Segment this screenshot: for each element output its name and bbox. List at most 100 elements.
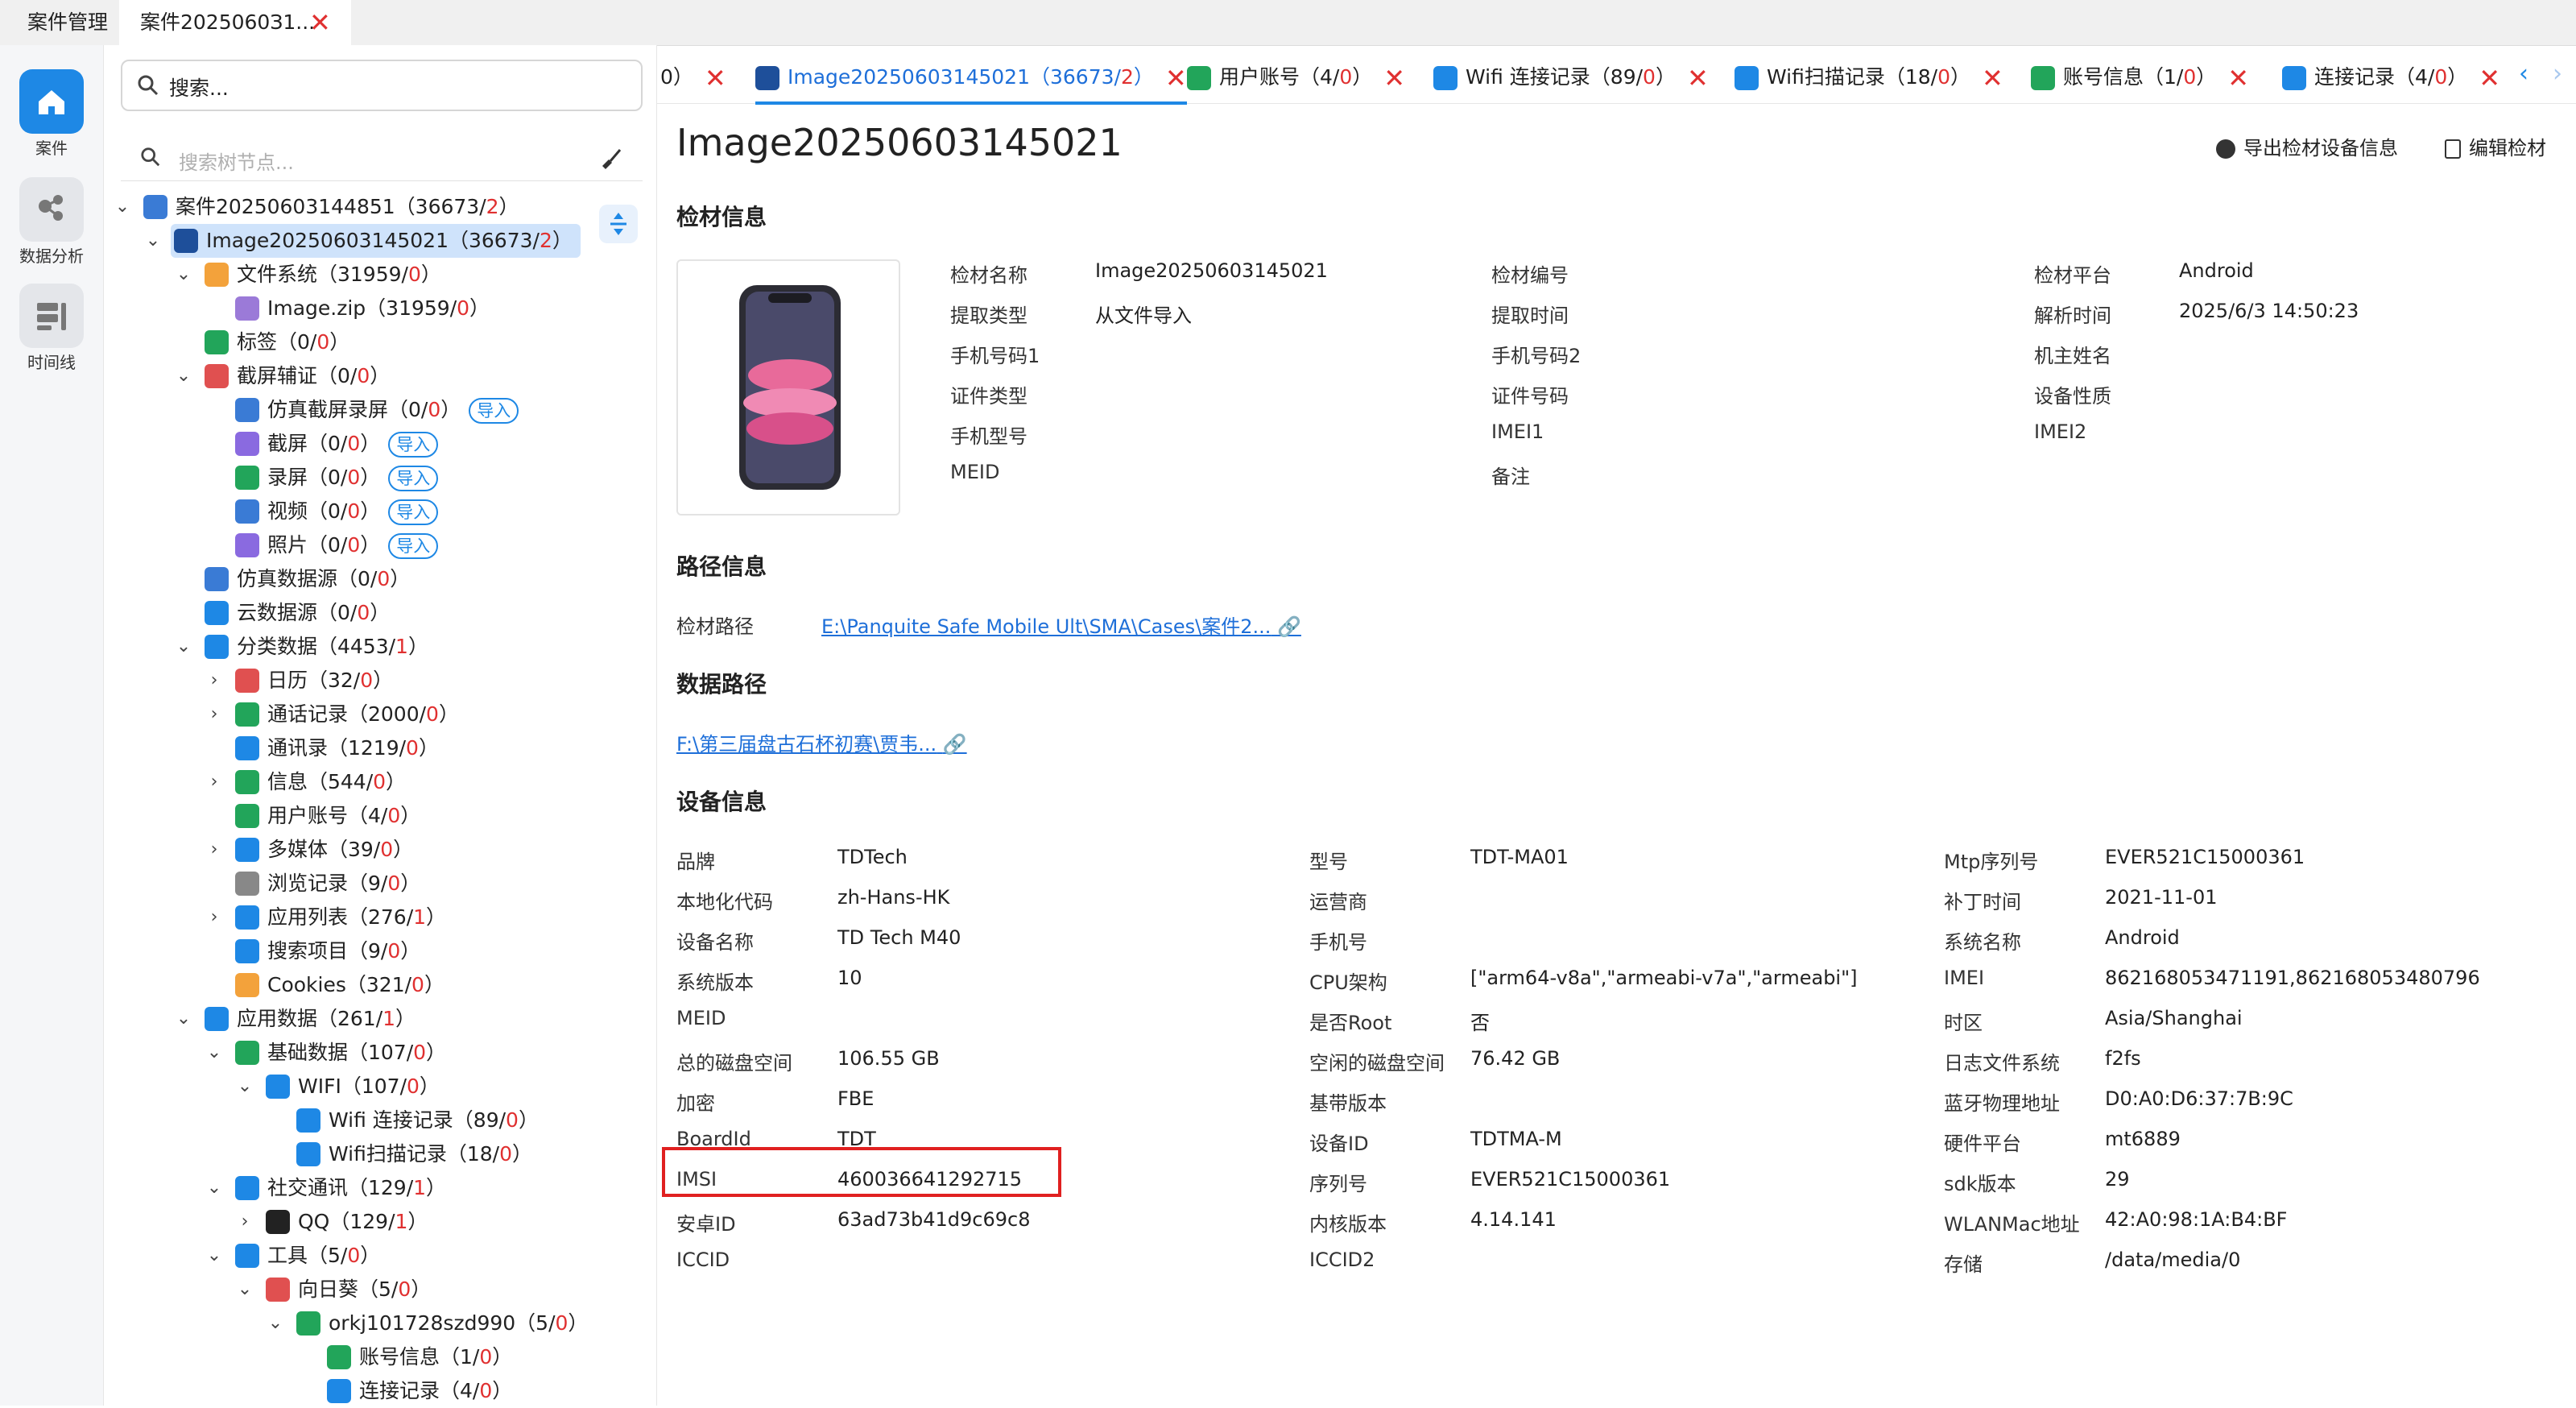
tree-node[interactable]: Wifi扫描记录（18/0）: [293, 1137, 532, 1171]
tree-node[interactable]: Wifi 连接记录（89/0）: [293, 1104, 539, 1137]
chevron-down-icon[interactable]: ⌄: [266, 1307, 285, 1340]
chevron-down-icon[interactable]: ⌄: [205, 1171, 224, 1205]
chevron-down-icon[interactable]: ⌄: [174, 630, 193, 664]
tree-node[interactable]: 截屏（0/0） 导入: [232, 427, 439, 461]
content-tab[interactable]: Wifi扫描记录（18/0） ✕: [1735, 53, 2003, 101]
chevron-down-icon[interactable]: ⌄: [174, 258, 193, 292]
tree-node-icon: [327, 1379, 351, 1403]
tree-node[interactable]: 信息（544/0）: [232, 765, 406, 799]
tree-node[interactable]: QQ（129/1）: [263, 1205, 428, 1239]
material-path-link[interactable]: E:\Panquite Safe Mobile Ult\SMA\Cases\案件…: [821, 611, 1301, 639]
tree-node[interactable]: orkj101728szd990（5/0）: [293, 1307, 588, 1340]
chevron-down-icon[interactable]: ⌄: [205, 1036, 224, 1070]
tree-node[interactable]: 工具（5/0）: [232, 1239, 380, 1273]
tree-node[interactable]: 仿真截屏录屏（0/0） 导入: [232, 393, 519, 427]
tree-node[interactable]: 通讯录（1219/0）: [232, 731, 439, 765]
tree-node[interactable]: Cookies（321/0）: [232, 968, 444, 1002]
export-icon: [2216, 139, 2235, 159]
tree-node[interactable]: 截屏辅证（0/0）: [201, 359, 390, 393]
tree-node[interactable]: 仿真数据源（0/0）: [201, 562, 410, 596]
tree-node[interactable]: 用户账号（4/0）: [232, 799, 420, 833]
tree-node[interactable]: 搜索项目（9/0）: [232, 934, 420, 968]
close-icon[interactable]: ✕: [309, 0, 331, 45]
chevron-right-icon[interactable]: ›: [205, 765, 224, 799]
tree-node-flag-count: 1: [395, 635, 408, 658]
tab-icon: [2031, 66, 2055, 90]
tree-node[interactable]: 文件系统（31959/0）: [201, 258, 441, 292]
tree-search-input[interactable]: 搜索树节点...: [121, 135, 643, 181]
tree-node[interactable]: 多媒体（39/0）: [232, 833, 413, 867]
tree-node[interactable]: 视频（0/0） 导入: [232, 495, 439, 528]
chevron-right-icon[interactable]: ›: [205, 664, 224, 698]
close-icon[interactable]: ✕: [705, 63, 726, 93]
chevron-down-icon[interactable]: ⌄: [174, 1002, 193, 1036]
tree-node[interactable]: 日历（32/0）: [232, 664, 393, 698]
edit-material-button[interactable]: 编辑检材: [2445, 132, 2546, 160]
tree-node[interactable]: 基础数据（107/0）: [232, 1036, 446, 1070]
chevron-right-icon[interactable]: ›: [205, 698, 224, 731]
tree-node[interactable]: 应用数据（261/1）: [201, 1002, 416, 1036]
close-icon[interactable]: ✕: [1687, 63, 1709, 93]
tree-node[interactable]: 社交通讯（129/1）: [232, 1171, 446, 1205]
import-button[interactable]: 导入: [388, 499, 439, 525]
chevron-down-icon[interactable]: ⌄: [205, 1239, 224, 1273]
tree-node-icon: [235, 398, 259, 422]
tree-node[interactable]: 分类数据（4453/1）: [201, 630, 428, 664]
import-button[interactable]: 导入: [388, 466, 439, 491]
export-device-info-button[interactable]: 导出检材设备信息: [2216, 132, 2398, 160]
tree-node[interactable]: 案件20250603144851（36673/2）: [140, 190, 519, 224]
tree-node[interactable]: 云数据源（0/0）: [201, 596, 390, 630]
tree-node[interactable]: 账号信息（1/0）: [324, 1340, 512, 1374]
content-tab[interactable]: Image20250603145021（36673/2） ✕: [755, 53, 1187, 105]
content-tab[interactable]: 账号信息（1/0） ✕: [2031, 53, 2249, 101]
chevron-down-icon[interactable]: ⌄: [143, 224, 163, 258]
chevron-right-icon[interactable]: ›: [2553, 60, 2562, 88]
content-tab[interactable]: 用户账号（4/0） ✕: [1187, 53, 1405, 101]
search-input[interactable]: 搜索...: [121, 60, 643, 111]
material-field-label: 提取时间: [1491, 304, 1569, 327]
close-icon[interactable]: ✕: [1383, 63, 1405, 93]
close-icon[interactable]: ✕: [1165, 63, 1187, 93]
expand-collapse-button[interactable]: [599, 205, 638, 243]
chevron-right-icon[interactable]: ›: [205, 833, 224, 867]
content-tab[interactable]: Wifi 连接记录（89/0） ✕: [1433, 53, 1709, 101]
tree-node[interactable]: 浏览记录（9/0）: [232, 867, 420, 901]
broom-icon[interactable]: [597, 145, 623, 171]
rail-case-button[interactable]: [19, 69, 84, 134]
data-path-link[interactable]: F:\第三届盘古石杯初赛\贾韦... 🔗: [676, 728, 967, 756]
tree-node[interactable]: 连接记录（4/0）: [324, 1374, 512, 1408]
tree-node[interactable]: 通话记录（2000/0）: [232, 698, 459, 731]
rail-timeline-button[interactable]: [19, 284, 84, 348]
chevron-down-icon[interactable]: ⌄: [174, 359, 193, 393]
tree-node[interactable]: Image20250603145021（36673/2）: [171, 224, 581, 258]
chevron-down-icon[interactable]: ⌄: [113, 190, 132, 224]
tree-node[interactable]: 录屏（0/0） 导入: [232, 461, 439, 495]
tree-node[interactable]: 向日葵（5/0）: [263, 1273, 431, 1307]
import-button[interactable]: 导入: [388, 432, 439, 458]
chevron-right-icon[interactable]: ›: [205, 901, 224, 934]
content-tab[interactable]: 0） ✕: [660, 53, 726, 101]
close-icon[interactable]: ✕: [2479, 63, 2500, 93]
rail-analysis-button[interactable]: [19, 177, 84, 242]
tab-case-management[interactable]: 案件管理: [6, 0, 129, 45]
close-icon[interactable]: ✕: [1982, 63, 2003, 93]
tab-label-end: ）: [1950, 65, 1971, 89]
content-tab[interactable]: 连接记录（4/0） ✕: [2282, 53, 2500, 101]
tree-node[interactable]: Image.zip（31959/0）: [232, 292, 490, 325]
tree-node[interactable]: 照片（0/0） 导入: [232, 528, 439, 562]
chevron-down-icon[interactable]: ⌄: [235, 1070, 254, 1104]
chevron-down-icon[interactable]: ⌄: [235, 1273, 254, 1307]
tree-node-label-end: ）: [360, 466, 381, 489]
tree-node-label-end: ）: [370, 601, 391, 624]
tree-node-label: 标签（0/: [237, 330, 317, 354]
tab-case-current[interactable]: 案件2025060З1... ✕: [119, 0, 351, 45]
import-button[interactable]: 导入: [388, 533, 439, 559]
import-button[interactable]: 导入: [469, 398, 519, 424]
close-icon[interactable]: ✕: [2227, 63, 2249, 93]
chevron-right-icon[interactable]: ›: [235, 1205, 254, 1239]
tree-node[interactable]: 应用列表（276/1）: [232, 901, 446, 934]
chevron-left-icon[interactable]: ‹: [2519, 60, 2528, 88]
material-field-label: 手机号码2: [1491, 345, 1582, 367]
tree-node[interactable]: WIFI（107/0）: [263, 1070, 440, 1104]
tree-node[interactable]: 标签（0/0）: [201, 325, 349, 359]
